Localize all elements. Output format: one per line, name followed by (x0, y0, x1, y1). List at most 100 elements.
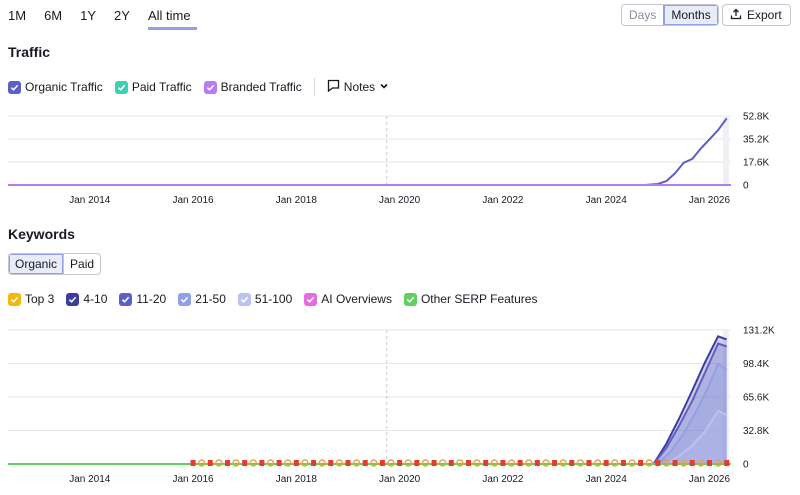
series-line-organic-traffic (8, 117, 728, 186)
notes-dropdown[interactable]: Notes (327, 79, 389, 95)
export-icon (730, 8, 742, 23)
checkbox-icon (114, 80, 128, 94)
legend-label: Branded Traffic (220, 80, 302, 94)
x-tick-label: Jan 2018 (276, 474, 318, 485)
serp-flag-icon (689, 460, 695, 466)
y-tick-label: 52.8K (743, 112, 769, 123)
serp-flag-icon (276, 460, 282, 466)
legend-paid-traffic[interactable]: Paid Traffic (114, 80, 192, 94)
serp-flag-icon (724, 460, 730, 466)
legend-21-50[interactable]: 21-50 (178, 292, 226, 306)
serp-flag-icon (672, 460, 678, 466)
range-tab-1m[interactable]: 1M (8, 6, 32, 30)
export-button[interactable]: Export (722, 4, 791, 26)
traffic-chart: 52.8K 35.2K 17.6K 0 Jan 2014 Jan 2016 Jan 2018… (8, 112, 769, 206)
x-tick-label: Jan 2018 (276, 195, 318, 206)
range-tab-2y[interactable]: 2Y (114, 6, 136, 30)
serp-flag-icon (345, 460, 351, 466)
series-line-11-20 (8, 342, 728, 465)
serp-flag-icon (207, 460, 213, 466)
traffic-legend: Organic Traffic Paid Traffic Branded Tra… (8, 78, 389, 96)
x-tick-label: Jan 2024 (586, 195, 628, 206)
legend-label: Organic Traffic (25, 80, 103, 94)
series-line-21-50 (8, 362, 728, 465)
legend-label: Paid Traffic (131, 80, 192, 94)
series-line-4-10 (8, 335, 728, 465)
current-period-band (723, 116, 729, 185)
series-area-51-100 (8, 410, 727, 464)
legend-ai-overviews[interactable]: AI Overviews (304, 292, 392, 306)
x-tick-label: Jan 2020 (379, 195, 421, 206)
keywords-title: Keywords (8, 226, 75, 242)
serp-flag-icon (259, 460, 265, 466)
series-area-11-20 (8, 343, 727, 464)
serp-flag-icon (431, 460, 437, 466)
serp-flag-icon (517, 460, 523, 466)
x-tick-label: Jan 2026 (689, 474, 731, 485)
checkbox-icon (119, 292, 133, 306)
legend-other-serp-features[interactable]: Other SERP Features (403, 292, 538, 306)
legend-divider (313, 78, 315, 96)
serp-flag-icon (534, 460, 540, 466)
legend-51-100[interactable]: 51-100 (237, 292, 293, 306)
x-tick-label: Jan 2014 (69, 474, 111, 485)
legend-branded-traffic[interactable]: Branded Traffic (203, 80, 302, 94)
legend-top-3[interactable]: Top 3 (8, 292, 54, 306)
range-tab-6m[interactable]: 6M (44, 6, 68, 30)
checkbox-icon (203, 80, 217, 94)
serp-flag-icon (620, 460, 626, 466)
checkbox-icon (403, 292, 417, 306)
serp-flag-icon (311, 460, 317, 466)
months-button[interactable]: Months (663, 5, 718, 25)
range-tab-1y[interactable]: 1Y (80, 6, 102, 30)
legend-label: 4-10 (83, 292, 108, 306)
serp-flag-icon (638, 460, 644, 466)
serp-flag-icon (414, 460, 420, 466)
notes-label: Notes (343, 80, 376, 94)
range-tab-all-time[interactable]: All time (147, 6, 197, 30)
serp-flag-icon (362, 460, 368, 466)
y-tick-label: 0 (743, 460, 749, 471)
tab-organic[interactable]: Organic (9, 254, 64, 274)
days-button[interactable]: Days (622, 5, 664, 25)
y-tick-label: 65.6K (743, 393, 769, 404)
series-area-21-50 (8, 363, 727, 464)
y-tick-label: 35.2K (743, 135, 769, 146)
legend-11-20[interactable]: 11-20 (119, 292, 166, 306)
x-tick-label: Jan 2022 (482, 474, 524, 485)
checkbox-icon (8, 292, 21, 306)
keywords-chart: 131.2K 98.4K 65.6K 32.8K 0 Jan 2014 Jan 2016 Ja… (8, 326, 775, 485)
serp-flag-icon (328, 460, 334, 466)
legend-organic-traffic[interactable]: Organic Traffic (8, 80, 103, 94)
x-tick-label: Jan 2016 (172, 474, 214, 485)
y-tick-label: 131.2K (743, 326, 775, 337)
serp-flag-icon (500, 460, 506, 466)
keywords-legend: Top 3 4-10 11-20 21-50 51-100 AI Overviews Oth… (8, 292, 549, 306)
x-tick-label: Jan 2022 (482, 195, 524, 206)
serp-flag-icon (293, 460, 299, 466)
y-tick-label: 98.4K (743, 359, 769, 370)
serp-flag-icon (379, 460, 385, 466)
legend-label: AI Overviews (321, 292, 392, 306)
serp-flag-icon (483, 460, 489, 466)
serp-flag-icon (224, 460, 230, 466)
x-tick-label: Jan 2016 (172, 195, 214, 206)
checkbox-icon (304, 292, 318, 306)
checkbox-icon (66, 292, 80, 306)
serp-flag-icon (242, 460, 248, 466)
checkbox-icon (8, 80, 21, 94)
legend-4-10[interactable]: 4-10 (66, 292, 107, 306)
checkbox-icon (178, 292, 192, 306)
series-line-51-100 (8, 409, 728, 465)
y-tick-label: 32.8K (743, 426, 769, 437)
legend-label: 11-20 (136, 292, 167, 306)
y-tick-label: 17.6K (743, 158, 769, 169)
legend-label: Other SERP Features (420, 292, 538, 306)
legend-label: 51-100 (254, 292, 293, 306)
tab-paid[interactable]: Paid (63, 254, 100, 274)
x-tick-label: Jan 2026 (689, 195, 731, 206)
serp-flag-icon (397, 460, 403, 466)
x-tick-label: Jan 2024 (586, 474, 628, 485)
keywords-tabs: Organic Paid (8, 253, 102, 275)
x-tick-label: Jan 2020 (379, 474, 421, 485)
